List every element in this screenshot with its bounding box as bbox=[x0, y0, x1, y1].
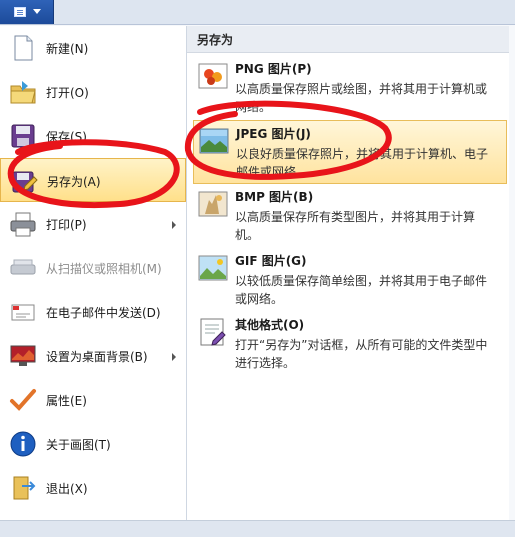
menu-item-print[interactable]: 打印(P) bbox=[0, 202, 186, 246]
file-menu-list: 新建(N) 打开(O) 保存(S) 另存为(A) 打印(P) 从扫描仪或照相机(… bbox=[0, 26, 186, 520]
format-description: 以高质量保存照片或绘图，并将其用于计算机或网络。 bbox=[235, 82, 488, 114]
format-title: JPEG 图片(J) bbox=[236, 127, 311, 141]
format-title: BMP 图片(B) bbox=[235, 190, 314, 204]
menu-item-send-email[interactable]: 在电子邮件中发送(D) bbox=[0, 290, 186, 334]
format-description: 以较低质量保存简单绘图，并将其用于电子邮件或网络。 bbox=[235, 274, 488, 306]
submenu-header: 另存为 bbox=[187, 26, 509, 53]
menu-item-new[interactable]: 新建(N) bbox=[0, 26, 186, 70]
format-item-jpeg[interactable]: JPEG 图片(J) 以良好质量保存照片，并将其用于计算机、电子邮件或网络。 bbox=[193, 120, 507, 184]
menu-item-label: 另存为(A) bbox=[47, 175, 101, 189]
submenu-arrow-icon bbox=[172, 221, 176, 229]
menu-item-save-as[interactable]: 另存为(A) bbox=[0, 158, 186, 202]
menu-bottom-bar bbox=[0, 520, 515, 537]
format-description: 打开“另存为”对话框，从所有可能的文件类型中进行选择。 bbox=[235, 338, 488, 370]
new-doc-icon bbox=[14, 35, 33, 61]
jpeg-image-icon bbox=[199, 128, 229, 154]
save-as-icon bbox=[12, 171, 38, 193]
format-title: GIF 图片(G) bbox=[235, 254, 307, 268]
menu-item-label: 新建(N) bbox=[46, 42, 89, 56]
menu-item-label: 从扫描仪或照相机(M) bbox=[46, 262, 162, 276]
document-icon bbox=[14, 7, 26, 17]
scanner-icon bbox=[10, 259, 36, 275]
email-icon bbox=[11, 304, 35, 321]
chevron-down-icon bbox=[33, 9, 41, 14]
submenu-arrow-icon bbox=[171, 178, 175, 186]
menu-item-set-desktop-background[interactable]: 设置为桌面背景(B) bbox=[0, 334, 186, 378]
menu-item-label: 在电子邮件中发送(D) bbox=[46, 306, 161, 320]
format-item-png[interactable]: PNG 图片(P) 以高质量保存照片或绘图，并将其用于计算机或网络。 bbox=[193, 56, 507, 120]
menu-item-label: 保存(S) bbox=[46, 130, 87, 144]
format-title: 其他格式(O) bbox=[235, 318, 305, 332]
printer-icon bbox=[10, 212, 36, 237]
gif-image-icon bbox=[198, 255, 228, 281]
format-item-other[interactable]: 其他格式(O) 打开“另存为”对话框，从所有可能的文件类型中进行选择。 bbox=[193, 312, 507, 376]
format-description: 以高质量保存所有类型图片，并将其用于计算机。 bbox=[235, 210, 476, 242]
open-folder-icon bbox=[10, 81, 36, 104]
format-item-bmp[interactable]: BMP 图片(B) 以高质量保存所有类型图片，并将其用于计算机。 bbox=[193, 184, 507, 248]
checkmark-icon bbox=[10, 389, 36, 411]
menu-item-label: 设置为桌面背景(B) bbox=[46, 350, 148, 364]
menu-item-label: 打开(O) bbox=[46, 86, 89, 100]
menu-item-open[interactable]: 打开(O) bbox=[0, 70, 186, 114]
menu-item-properties[interactable]: 属性(E) bbox=[0, 378, 186, 422]
menu-item-label: 退出(X) bbox=[46, 482, 88, 496]
menu-item-label: 属性(E) bbox=[46, 394, 87, 408]
format-item-gif[interactable]: GIF 图片(G) 以较低质量保存简单绘图，并将其用于电子邮件或网络。 bbox=[193, 248, 507, 312]
format-title: PNG 图片(P) bbox=[235, 62, 312, 76]
menu-item-exit[interactable]: 退出(X) bbox=[0, 466, 186, 510]
submenu-title: 另存为 bbox=[197, 33, 234, 47]
info-icon bbox=[10, 431, 36, 457]
save-as-submenu: 另存为 PNG 图片(P) 以高质量保存照片或绘图，并将其用于计算机或网络。 J… bbox=[186, 26, 509, 520]
save-disk-icon bbox=[11, 124, 35, 148]
format-description: 以良好质量保存照片，并将其用于计算机、电子邮件或网络。 bbox=[236, 147, 489, 179]
ribbon-top-bar bbox=[0, 0, 515, 24]
exit-icon bbox=[13, 476, 36, 500]
other-formats-icon bbox=[200, 318, 226, 346]
menu-item-from-scanner[interactable]: 从扫描仪或照相机(M) bbox=[0, 246, 186, 290]
menu-item-label: 打印(P) bbox=[46, 218, 87, 232]
paint-app-menu-button[interactable] bbox=[0, 0, 54, 24]
desktop-background-icon bbox=[10, 345, 36, 366]
bmp-image-icon bbox=[198, 191, 228, 217]
png-image-icon bbox=[198, 63, 228, 89]
menu-item-label: 关于画图(T) bbox=[46, 438, 111, 452]
menu-item-save[interactable]: 保存(S) bbox=[0, 114, 186, 158]
submenu-arrow-icon bbox=[172, 353, 176, 361]
menu-item-about-paint[interactable]: 关于画图(T) bbox=[0, 422, 186, 466]
